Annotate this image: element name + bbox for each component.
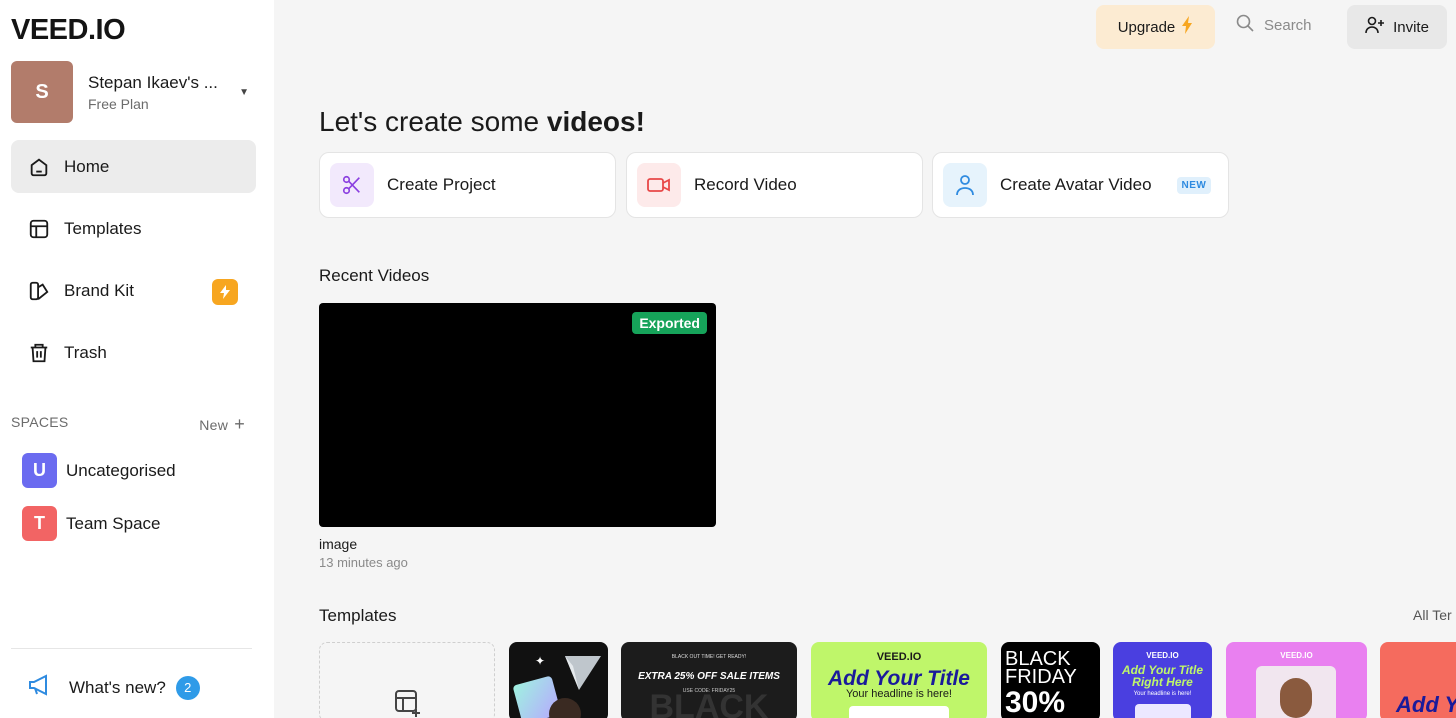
prism-graphic: [565, 656, 601, 690]
template-card[interactable]: ✦: [509, 642, 608, 718]
template-card[interactable]: VEED.IO Add Your Title Right Here Your h…: [1113, 642, 1212, 718]
template-text: 30%: [1005, 686, 1066, 718]
template-photo: [849, 706, 949, 718]
sparkle-icon: ✦: [535, 654, 546, 668]
trash-icon: [27, 341, 51, 365]
video-thumbnail[interactable]: Exported: [319, 303, 716, 527]
upgrade-button[interactable]: Upgrade: [1096, 5, 1215, 49]
all-templates-link[interactable]: All Ter: [1413, 607, 1452, 623]
sidebar-item-templates[interactable]: Templates: [11, 202, 256, 255]
sidebar-item-trash[interactable]: Trash: [11, 326, 256, 379]
add-template-icon: [394, 689, 424, 718]
template-text: VEED.IO: [1280, 651, 1313, 660]
veed-logo[interactable]: VEED.IO: [11, 14, 126, 47]
template-card[interactable]: BLACK FRIDAY 30%: [1001, 642, 1100, 718]
action-label: Record Video: [694, 175, 797, 194]
chevron-down-icon: ▼: [239, 87, 249, 98]
sidebar-divider: [11, 648, 252, 649]
template-text: BLACK OUT TIME! GET READY!: [671, 654, 747, 660]
sidebar-item-home[interactable]: Home: [11, 140, 256, 193]
search-icon: [1236, 14, 1254, 36]
sidebar-item-label: Templates: [64, 218, 142, 238]
spaces-header: SPACES New +: [11, 414, 245, 435]
person-photo: [1280, 678, 1312, 718]
spaces-title: SPACES: [11, 414, 69, 430]
home-icon: [27, 155, 51, 179]
upgrade-label: Upgrade: [1117, 18, 1176, 36]
workspace-plan: Free Plan: [88, 95, 149, 112]
workspace-avatar: S: [11, 61, 73, 123]
record-video-button[interactable]: Record Video: [626, 152, 923, 218]
space-label: Uncategorised: [66, 460, 176, 480]
search-placeholder: Search: [1264, 16, 1312, 34]
template-text: Add Yo: [1396, 692, 1456, 717]
whats-new-button[interactable]: What's new? 2: [28, 673, 200, 702]
workspace-switcher[interactable]: S Stepan Ikaev's ... Free Plan ▼: [11, 61, 261, 123]
create-project-button[interactable]: Create Project: [319, 152, 616, 218]
space-avatar: U: [22, 453, 57, 488]
headline-text: Let's create some: [319, 106, 547, 137]
sidebar-item-label: Brand Kit: [64, 280, 134, 300]
page-title: Let's create some videos!: [319, 106, 645, 138]
notification-count-badge: 2: [175, 675, 200, 700]
space-avatar: T: [22, 506, 57, 541]
template-text: VEED.IO: [1146, 651, 1179, 660]
search-button[interactable]: Search: [1236, 14, 1312, 36]
recent-videos-title: Recent Videos: [319, 266, 430, 285]
lightning-icon: [1181, 16, 1193, 38]
plus-icon: +: [234, 414, 245, 434]
template-photo: [1135, 704, 1191, 718]
video-timestamp: 13 minutes ago: [319, 555, 408, 570]
invite-label: Invite: [1393, 18, 1429, 36]
add-user-icon: [1365, 16, 1385, 38]
template-text: Add Your Title Right Here: [1121, 663, 1204, 689]
megaphone-icon: [28, 673, 54, 702]
template-card[interactable]: VEED.IO: [1226, 642, 1367, 718]
templates-icon: [27, 217, 51, 241]
sidebar-nav: Home Templates Brand Kit Trash: [11, 140, 256, 388]
person-icon: [943, 163, 987, 207]
sidebar-item-label: Trash: [64, 342, 107, 362]
template-text: VEED.IO: [876, 651, 922, 663]
blank-template-card[interactable]: [319, 642, 495, 718]
create-avatar-video-button[interactable]: Create Avatar Video NEW: [932, 152, 1229, 218]
template-text: Your headline is here!: [1133, 691, 1192, 697]
status-badge: Exported: [632, 312, 707, 334]
template-text: EXTRA 25% OFF SALE ITEMS: [638, 671, 780, 682]
whats-new-label: What's new?: [69, 677, 166, 697]
space-label: Team Space: [66, 513, 161, 533]
sidebar-item-brand-kit[interactable]: Brand Kit: [11, 264, 256, 317]
scissors-icon: [330, 163, 374, 207]
space-item-team-space[interactable]: T Team Space: [22, 506, 161, 541]
lightning-icon: [212, 279, 238, 305]
template-text: FRIDAY: [1005, 666, 1077, 688]
video-camera-icon: [637, 163, 681, 207]
template-card[interactable]: BLACK OUT TIME! GET READY! EXTRA 25% OFF…: [621, 642, 797, 718]
headline-bold: videos!: [546, 106, 645, 137]
template-card[interactable]: VEED.IO Add Your Title Your headline is …: [811, 642, 987, 718]
new-space-label: New: [199, 416, 229, 433]
invite-button[interactable]: Invite: [1347, 5, 1447, 49]
new-space-button[interactable]: New +: [199, 414, 245, 435]
templates-title: Templates: [319, 606, 397, 625]
brand-kit-icon: [27, 279, 51, 303]
sidebar: VEED.IO S Stepan Ikaev's ... Free Plan ▼…: [0, 0, 274, 718]
template-text: BLACK: [649, 688, 769, 718]
workspace-name: Stepan Ikaev's ...: [88, 72, 218, 92]
template-text: Your headline is here!: [845, 688, 952, 700]
sidebar-item-label: Home: [64, 156, 110, 176]
new-badge: NEW: [1176, 176, 1212, 194]
person-photo: [549, 698, 581, 718]
template-card[interactable]: Add Yo: [1380, 642, 1456, 718]
space-item-uncategorised[interactable]: U Uncategorised: [22, 453, 176, 488]
action-label: Create Project: [387, 175, 496, 194]
action-label: Create Avatar Video: [1000, 175, 1152, 194]
video-title[interactable]: image: [319, 536, 357, 552]
